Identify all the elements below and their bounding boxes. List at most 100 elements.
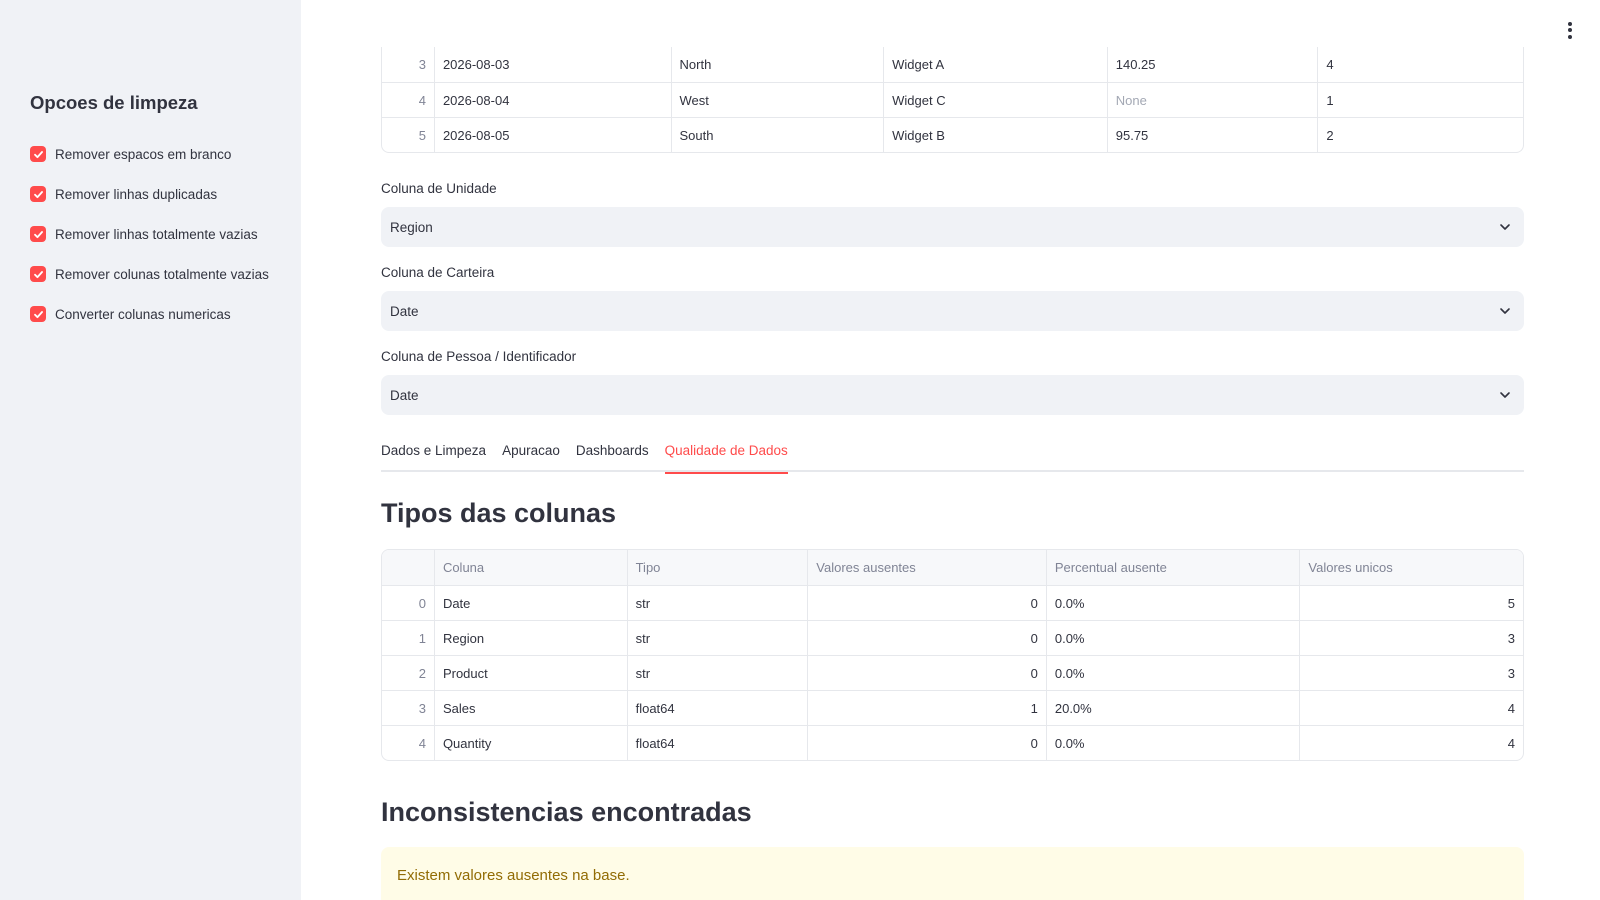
option-remove-duplicates[interactable]: Remover linhas duplicadas [30, 174, 269, 214]
option-label: Remover linhas totalmente vazias [55, 226, 258, 242]
cell-date: 2026-08-04 [433, 83, 671, 117]
cell-percentual-ausente: 0.0% [1045, 621, 1300, 655]
tab-dashboards[interactable]: Dashboards [576, 432, 649, 472]
cell-coluna: Region [433, 621, 627, 655]
chevron-down-icon [1500, 392, 1510, 398]
cell-tipo: float64 [626, 726, 808, 760]
table-row: 0 Date str 0 0.0% 5 [382, 585, 1523, 620]
cell-tipo: str [626, 586, 808, 620]
cell-coluna: Quantity [433, 726, 627, 760]
column-types-dataframe[interactable]: Coluna Tipo Valores ausentes Percentual … [381, 549, 1524, 761]
cell-valores-unicos: 4 [1299, 691, 1523, 725]
carteira-select-label: Coluna de Carteira [381, 265, 495, 280]
header-coluna[interactable]: Coluna [433, 550, 627, 585]
row-index: 2 [418, 665, 426, 681]
header-valores-unicos[interactable]: Valores unicos [1299, 550, 1523, 585]
tab-apuracao[interactable]: Apuracao [502, 432, 560, 472]
cell-valores-unicos: 3 [1299, 621, 1523, 655]
header-valores-ausentes[interactable]: Valores ausentes [807, 550, 1046, 585]
cell-valores-unicos: 5 [1299, 586, 1523, 620]
tab-bar: Dados e Limpeza Apuracao Dashboards Qual… [381, 432, 1524, 474]
kebab-menu-icon [1568, 21, 1572, 26]
checkbox-checked-icon[interactable] [30, 186, 46, 202]
option-label: Remover linhas duplicadas [55, 186, 218, 202]
row-index: 5 [418, 127, 426, 143]
main-menu-button[interactable] [1562, 20, 1578, 40]
cell-percentual-ausente: 0.0% [1045, 726, 1300, 760]
row-index: 0 [418, 595, 426, 611]
cell-sales: 95.75 [1106, 118, 1318, 152]
kebab-dot [1568, 34, 1572, 39]
cell-valores-unicos: 4 [1299, 726, 1523, 760]
cell-percentual-ausente: 0.0% [1045, 586, 1300, 620]
cell-region: West [670, 83, 884, 117]
header-percentual-ausente[interactable]: Percentual ausente [1045, 550, 1300, 585]
option-label: Remover colunas totalmente vazias [55, 266, 269, 282]
cell-region: South [670, 118, 884, 152]
warning-text: Existem valores ausentes na base. [397, 867, 630, 884]
cell-tipo: str [626, 621, 808, 655]
row-index: 3 [418, 700, 426, 716]
cell-tipo: str [626, 656, 808, 690]
row-index: 1 [418, 630, 426, 646]
pessoa-select[interactable]: Date [381, 375, 1524, 415]
table-row: 4 2026-08-04 West Widget C None 1 [382, 82, 1523, 117]
cell-valores-ausentes: 1 [807, 691, 1046, 725]
cell-sales: 140.25 [1106, 47, 1318, 82]
select-value: Region [390, 219, 433, 235]
option-label: Remover espacos em branco [55, 146, 232, 162]
checkbox-checked-icon[interactable] [30, 226, 46, 242]
missing-values-warning: Existem valores ausentes na base. [381, 847, 1524, 900]
cell-quantity: 1 [1317, 83, 1523, 117]
cell-tipo: float64 [626, 691, 808, 725]
header-tipo[interactable]: Tipo [626, 550, 808, 585]
cell-quantity: 2 [1317, 118, 1523, 152]
chevron-down-icon [1500, 308, 1510, 314]
table-row: 2 Product str 0 0.0% 3 [382, 655, 1523, 690]
cell-valores-unicos: 3 [1299, 656, 1523, 690]
option-label: Converter colunas numericas [55, 306, 231, 322]
row-index: 4 [418, 92, 426, 108]
cell-valores-ausentes: 0 [807, 656, 1046, 690]
cell-valores-ausentes: 0 [807, 586, 1046, 620]
cleaning-options: Remover espacos em branco Remover linhas… [30, 134, 269, 334]
sidebar-title: Opcoes de limpeza [30, 92, 198, 113]
unidade-select-label: Coluna de Unidade [381, 181, 497, 196]
chevron-down-icon [1500, 224, 1510, 230]
select-value: Date [390, 387, 419, 403]
cell-product: Widget C [883, 83, 1107, 117]
table-row: 3 Sales float64 1 20.0% 4 [382, 690, 1523, 725]
cell-date: 2026-08-05 [433, 118, 671, 152]
option-convert-numeric[interactable]: Converter colunas numericas [30, 294, 269, 334]
checkbox-checked-icon[interactable] [30, 146, 46, 162]
cell-percentual-ausente: 0.0% [1045, 656, 1300, 690]
option-remove-whitespace[interactable]: Remover espacos em branco [30, 134, 269, 174]
unidade-select[interactable]: Region [381, 207, 1524, 247]
cell-date: 2026-08-03 [433, 47, 671, 82]
row-index: 3 [418, 57, 426, 72]
table-row: 4 Quantity float64 0 0.0% 4 [382, 725, 1523, 760]
cell-valores-ausentes: 0 [807, 726, 1046, 760]
kebab-dot [1568, 28, 1572, 32]
carteira-select[interactable]: Date [381, 291, 1524, 331]
checkbox-checked-icon[interactable] [30, 306, 46, 322]
option-remove-empty-columns[interactable]: Remover colunas totalmente vazias [30, 254, 269, 294]
select-value: Date [390, 303, 419, 319]
table-row: 1 Region str 0 0.0% 3 [382, 620, 1523, 655]
cell-coluna: Date [433, 586, 627, 620]
tab-qualidade-de-dados[interactable]: Qualidade de Dados [664, 432, 788, 474]
cell-valores-ausentes: 0 [807, 621, 1046, 655]
cell-coluna: Sales [433, 691, 627, 725]
cell-product: Widget B [883, 118, 1107, 152]
sidebar: Opcoes de limpeza Remover espacos em bra… [0, 0, 301, 900]
inconsistencies-section-title: Inconsistencias encontradas [381, 797, 752, 827]
option-remove-empty-rows[interactable]: Remover linhas totalmente vazias [30, 214, 269, 254]
preview-dataframe[interactable]: 3 2026-08-03 North Widget A 140.25 4 4 2… [381, 47, 1524, 153]
cell-sales: None [1106, 83, 1318, 117]
tab-dados-e-limpeza[interactable]: Dados e Limpeza [381, 432, 486, 472]
header-index [382, 550, 434, 585]
table-row: 5 2026-08-05 South Widget B 95.75 2 [382, 117, 1523, 152]
cell-percentual-ausente: 20.0% [1045, 691, 1300, 725]
cell-product: Widget A [883, 47, 1107, 82]
checkbox-checked-icon[interactable] [30, 266, 46, 282]
